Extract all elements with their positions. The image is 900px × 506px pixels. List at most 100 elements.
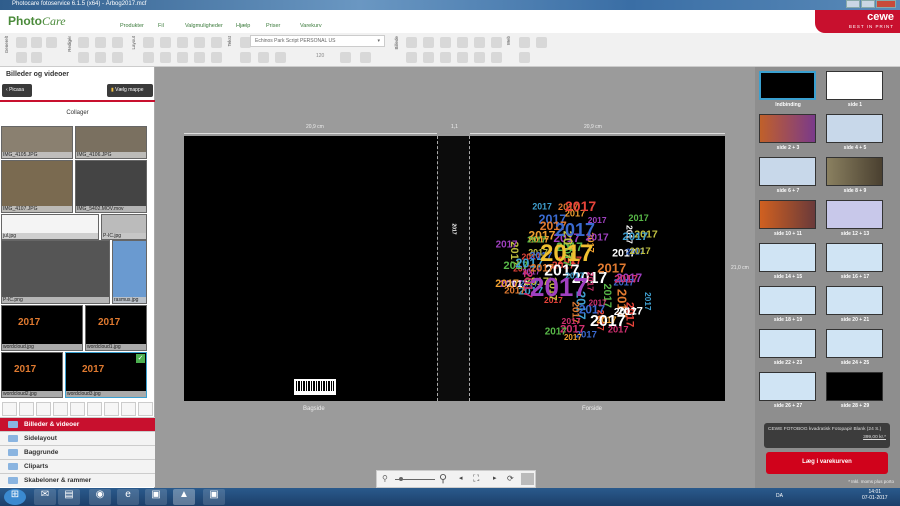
zoom-slider[interactable] xyxy=(395,477,435,481)
menu-hjaelp[interactable]: Hjælp xyxy=(236,23,250,29)
layout-icon[interactable] xyxy=(53,402,68,416)
toolbar-button[interactable] xyxy=(491,52,502,63)
sort-icon[interactable] xyxy=(36,402,51,416)
toolbar-button[interactable] xyxy=(160,52,171,63)
close-button[interactable] xyxy=(876,0,896,8)
rotate-icon[interactable]: ⟳ xyxy=(507,474,514,483)
toolbar-button[interactable] xyxy=(519,52,530,63)
toolbar-button[interactable] xyxy=(112,52,123,63)
layout-icon[interactable] xyxy=(104,402,119,416)
zoom-out-icon[interactable] xyxy=(2,402,17,416)
taskbar-app[interactable]: ✉ xyxy=(34,489,56,505)
page-thumbnail[interactable] xyxy=(826,243,883,272)
toolbar-button[interactable] xyxy=(440,37,451,48)
section-collager[interactable]: Collager xyxy=(0,110,155,116)
layout-icon[interactable] xyxy=(87,402,102,416)
collage-icon[interactable] xyxy=(138,402,153,416)
menu-valgmuligheder[interactable]: Valgmuligheder xyxy=(185,23,223,29)
zoom-settings-icon[interactable] xyxy=(19,402,34,416)
toolbar-button[interactable] xyxy=(423,52,434,63)
page-thumbnail[interactable] xyxy=(826,286,883,315)
toolbar-button[interactable] xyxy=(46,37,57,48)
nav-item-4[interactable]: Skabeloner & rammer xyxy=(0,473,155,487)
choose-folder-button[interactable]: ▮ Vælg mappe xyxy=(107,84,153,97)
copy-icon[interactable] xyxy=(121,402,136,416)
toolbar-button[interactable] xyxy=(536,37,547,48)
toolbar-button[interactable] xyxy=(340,52,351,63)
nav-item-2[interactable]: Baggrunde xyxy=(0,445,155,459)
page-thumbnail[interactable] xyxy=(759,329,816,358)
page-thumbnail[interactable] xyxy=(759,372,816,401)
photo-thumbnail[interactable]: 2017 wordcloud1.jpg xyxy=(85,305,147,351)
clock[interactable]: 14:01 07-01-2017 xyxy=(862,489,888,501)
page-thumbnail[interactable] xyxy=(826,157,883,186)
page-thumbnail[interactable] xyxy=(759,200,816,229)
spread-view-icon[interactable] xyxy=(521,473,534,485)
photo-thumbnail[interactable]: 2017 wordcloud3.jpg xyxy=(65,352,147,398)
zoom-out-icon[interactable]: ⚲ xyxy=(382,474,388,483)
layout-icon[interactable] xyxy=(70,402,85,416)
font-size-select[interactable]: 120 xyxy=(316,53,324,59)
toolbar-button[interactable] xyxy=(258,52,269,63)
toolbar-button[interactable] xyxy=(112,37,123,48)
nav-item-1[interactable]: Sidelayout xyxy=(0,431,155,445)
font-select[interactable]: Echinos Park Script PERSONAL US ▾ xyxy=(250,35,385,47)
explorer-icon[interactable]: ▤ xyxy=(58,489,80,505)
add-to-cart-button[interactable]: Læg i varekurven xyxy=(766,452,888,474)
photocare-taskbar-icon[interactable]: ▲ xyxy=(173,489,195,505)
photo-thumbnail[interactable]: P-IC.png xyxy=(1,240,110,304)
toolbar-button[interactable] xyxy=(240,52,251,63)
toolbar-button[interactable] xyxy=(211,52,222,63)
toolbar-button[interactable] xyxy=(474,37,485,48)
photo-thumbnail[interactable]: P-IC.jpg xyxy=(101,214,147,240)
menu-produkter[interactable]: Produkter xyxy=(120,23,144,29)
start-button[interactable]: ⊞ xyxy=(4,489,26,505)
toolbar-button[interactable] xyxy=(360,52,371,63)
toolbar-button[interactable] xyxy=(211,37,222,48)
toolbar-button[interactable] xyxy=(31,37,42,48)
taskbar-app[interactable]: ▣ xyxy=(145,489,167,505)
photo-thumbnail[interactable]: jul.jpg xyxy=(1,214,99,240)
nav-item-3[interactable]: Cliparts xyxy=(0,459,155,473)
back-cover[interactable] xyxy=(184,136,437,401)
page-thumbnail[interactable] xyxy=(759,157,816,186)
price-link[interactable]: 399,00 kr.* xyxy=(768,435,886,440)
page-thumbnail[interactable] xyxy=(826,200,883,229)
minimize-button[interactable] xyxy=(846,0,860,8)
toolbar-button[interactable] xyxy=(177,37,188,48)
page-thumbnail[interactable] xyxy=(826,372,883,401)
prev-page-icon[interactable]: ◂ xyxy=(459,474,463,482)
photo-thumbnail[interactable]: IMG_4107.JPG xyxy=(1,160,73,213)
toolbar-button[interactable] xyxy=(143,37,154,48)
page-thumbnail[interactable] xyxy=(759,243,816,272)
nav-item-0[interactable]: Billeder & videoer xyxy=(0,417,155,431)
toolbar-button[interactable] xyxy=(78,52,89,63)
page-thumbnail[interactable] xyxy=(826,114,883,143)
page-thumbnail[interactable] xyxy=(759,114,816,143)
page-thumbnail[interactable] xyxy=(759,286,816,315)
toolbar-button[interactable] xyxy=(491,37,502,48)
toolbar-button[interactable] xyxy=(474,52,485,63)
page-thumbnail[interactable] xyxy=(759,71,816,100)
maximize-button[interactable] xyxy=(861,0,875,8)
toolbar-button[interactable] xyxy=(143,52,154,63)
toolbar-button[interactable] xyxy=(194,37,205,48)
toolbar-button[interactable] xyxy=(457,37,468,48)
fit-screen-icon[interactable]: ⛶ xyxy=(473,473,479,484)
zoom-in-icon[interactable]: ⚲ xyxy=(439,472,447,485)
language-indicator[interactable]: DA xyxy=(776,493,783,499)
toolbar-button[interactable] xyxy=(177,52,188,63)
next-page-icon[interactable]: ▸ xyxy=(493,474,497,482)
toolbar-button[interactable] xyxy=(31,52,42,63)
page-thumbnail[interactable] xyxy=(826,71,883,100)
page-thumbnail[interactable] xyxy=(826,329,883,358)
photo-thumbnail[interactable]: 2017 wordcloud.jpg xyxy=(1,305,83,351)
toolbar-button[interactable] xyxy=(95,37,106,48)
toolbar-button[interactable] xyxy=(423,37,434,48)
picasa-back-button[interactable]: ‹ Picasa xyxy=(2,84,32,97)
menu-varekurv[interactable]: Varekurv xyxy=(300,23,322,29)
toolbar-button[interactable] xyxy=(406,37,417,48)
toolbar-button[interactable] xyxy=(16,52,27,63)
toolbar-button[interactable] xyxy=(16,37,27,48)
photo-thumbnail[interactable]: IMG_4105.JPG xyxy=(1,126,73,159)
